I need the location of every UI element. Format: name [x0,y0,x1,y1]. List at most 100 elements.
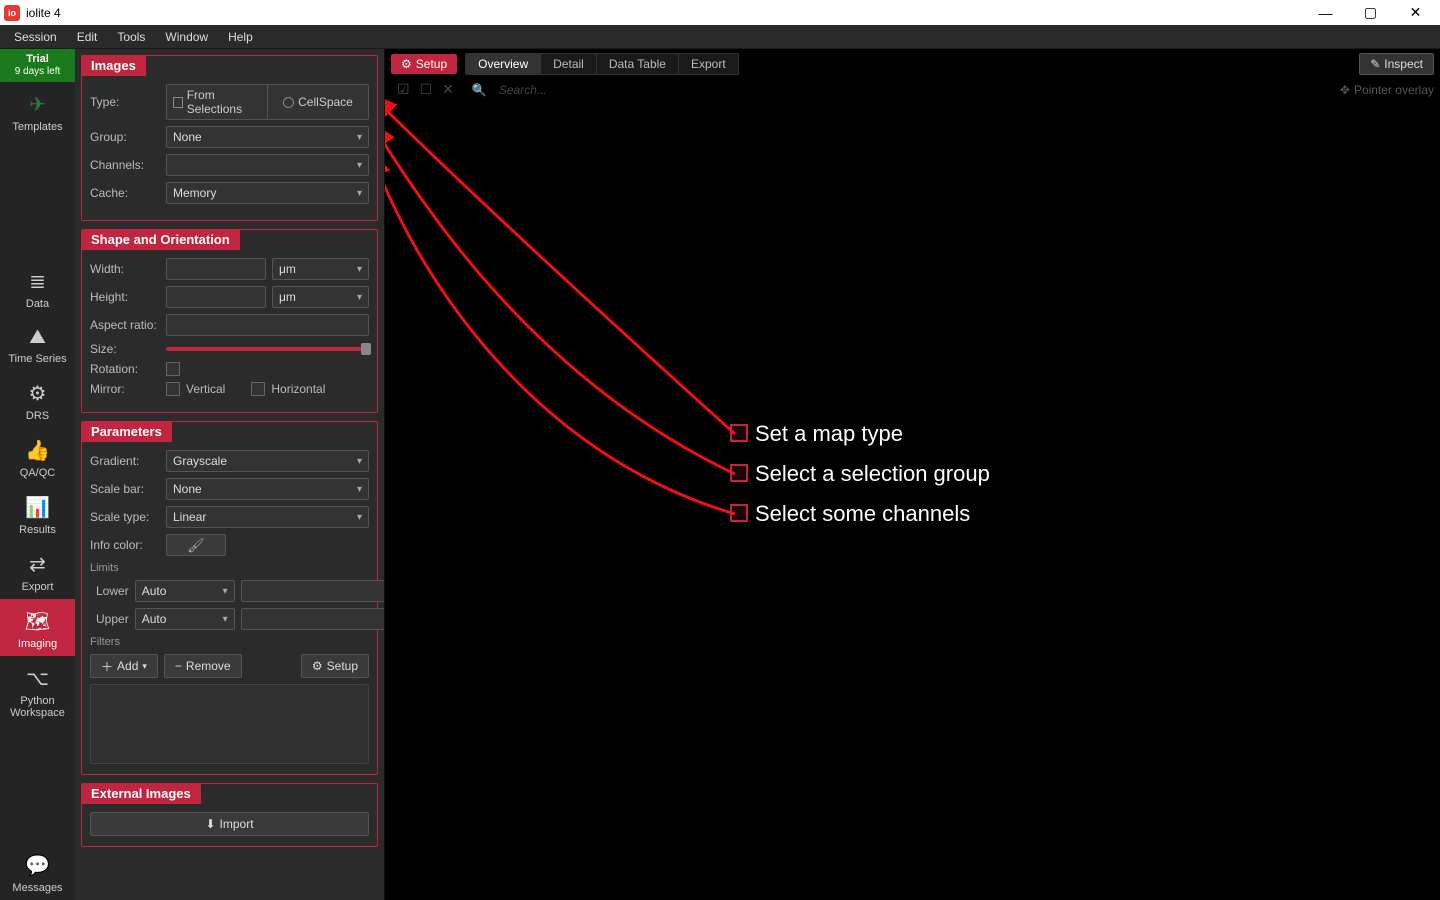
cache-select[interactable]: Memory [166,182,369,204]
upper-label: Upper [96,612,129,626]
trial-badge: Trial 9 days left [0,49,75,82]
transfer-icon: ⇄ [29,552,46,577]
external-images-header: External Images [81,783,201,804]
channels-label: Channels: [90,158,160,172]
group-label: Group: [90,130,160,144]
menu-tools[interactable]: Tools [107,27,155,47]
database-icon: ≣ [29,269,46,294]
filter-remove-button[interactable]: −Remove [164,654,242,678]
shape-section: Shape and Orientation Width: μm Height: … [81,229,378,413]
sidebar-data[interactable]: ≣Data [0,259,75,316]
upper-value-input[interactable] [241,608,385,630]
gear-icon: ⚙ [401,57,412,71]
mirror-horizontal-label: Horizontal [271,382,325,396]
aspect-label: Aspect ratio: [90,318,160,332]
filter-setup-button[interactable]: ⚙Setup [301,654,369,678]
bar-chart-icon: 📊 [25,495,50,520]
menu-help[interactable]: Help [218,27,263,47]
upper-mode-select[interactable]: Auto [135,608,235,630]
type-label: Type: [90,95,160,109]
scalebar-select[interactable]: None [166,478,369,500]
sidebar-messages[interactable]: 💬Messages [0,843,75,900]
sidebar-templates[interactable]: ✈Templates [0,82,75,139]
app-icon: io [4,5,20,21]
pointer-overlay-toggle[interactable]: ✥Pointer overlay [1340,83,1434,97]
search-ghost-icon: 🔍 [472,83,487,97]
size-label: Size: [90,342,160,356]
sidebar-qaqc[interactable]: 👍QA/QC [0,428,75,485]
menu-window[interactable]: Window [155,27,218,47]
close-ghost-icon: ✕ [442,81,454,98]
height-unit-select[interactable]: μm [272,286,369,308]
annotation-text-2: Select a selection group [755,461,990,487]
images-section: Images Type: From Selections CellSpace G… [81,55,378,221]
filter-add-button[interactable]: ＋Add▾ [90,654,158,678]
minus-icon: − [175,659,182,673]
limits-label: Limits [90,562,369,574]
import-button[interactable]: ⬇Import [90,812,369,836]
external-images-section: External Images ⬇Import [81,783,378,847]
height-label: Height: [90,290,160,304]
scaletype-label: Scale type: [90,510,160,524]
filters-list [90,684,369,764]
sidebar-python-workspace[interactable]: ⌥Python Workspace [0,656,75,725]
gear-icon: ⚙ [312,659,323,673]
paper-plane-icon: ✈ [29,92,46,117]
scalebar-label: Scale bar: [90,482,160,496]
gear-icon: ⚙ [29,381,47,406]
menu-edit[interactable]: Edit [67,27,108,47]
sidebar-drs[interactable]: ⚙DRS [0,371,75,428]
aspect-ratio-input[interactable] [166,314,369,336]
window-maximize-button[interactable]: ▢ [1348,0,1393,25]
type-cellspace[interactable]: CellSpace [268,85,368,119]
map-icon: 🗺 [25,609,50,634]
filters-label: Filters [90,636,369,648]
mirror-label: Mirror: [90,382,160,396]
lower-value-input[interactable] [241,580,385,602]
window-close-button[interactable]: ✕ [1393,0,1438,25]
window-minimize-button[interactable]: — [1303,0,1348,25]
mirror-vertical-label: Vertical [186,382,225,396]
view-tabs: Overview Detail Data Table Export [465,53,739,75]
width-input[interactable] [166,258,266,280]
rotation-checkbox[interactable] [166,362,180,376]
left-sidebar: Trial 9 days left ✈Templates ≣Data ⛰Time… [0,49,75,900]
tab-detail[interactable]: Detail [541,54,597,74]
infocolor-picker[interactable]: 🖌 [166,534,226,556]
image-canvas: ⚙Setup Overview Detail Data Table Export… [385,49,1440,900]
sidebar-export[interactable]: ⇄Export [0,542,75,599]
tab-data-table[interactable]: Data Table [597,54,679,74]
channels-select[interactable] [166,154,369,176]
tab-overview[interactable]: Overview [466,54,541,74]
sidebar-time-series[interactable]: ⛰Time Series [0,316,75,371]
scaletype-select[interactable]: Linear [166,506,369,528]
download-icon: ⬇ [205,817,215,831]
window-titlebar: io iolite 4 — ▢ ✕ [0,0,1440,25]
thumbs-up-icon: 👍 [25,438,50,463]
lower-mode-select[interactable]: Auto [135,580,235,602]
size-slider[interactable] [166,347,369,351]
sidebar-results[interactable]: 📊Results [0,485,75,542]
inspect-button[interactable]: ✎Inspect [1359,53,1434,75]
plus-icon: ＋ [101,658,113,675]
menu-session[interactable]: Session [4,27,67,47]
gradient-label: Gradient: [90,454,160,468]
parameters-section: Parameters Gradient: Grayscale Scale bar… [81,421,378,775]
mirror-vertical-checkbox[interactable] [166,382,180,396]
parameters-header: Parameters [81,421,172,442]
annotation-checkbox-2 [730,464,748,482]
group-select[interactable]: None [166,126,369,148]
crosshair-icon: ✥ [1340,83,1350,97]
width-unit-select[interactable]: μm [272,258,369,280]
tab-export[interactable]: Export [679,54,738,74]
annotation-text-3: Select some channels [755,501,970,527]
canvas-setup-button[interactable]: ⚙Setup [391,54,457,74]
height-input[interactable] [166,286,266,308]
rotation-label: Rotation: [90,362,160,376]
type-from-selections[interactable]: From Selections [167,85,268,119]
sidebar-imaging[interactable]: 🗺Imaging [0,599,75,656]
gradient-select[interactable]: Grayscale [166,450,369,472]
mirror-horizontal-checkbox[interactable] [251,382,265,396]
lower-label: Lower [96,584,129,598]
area-chart-icon: ⛰ [29,326,46,349]
